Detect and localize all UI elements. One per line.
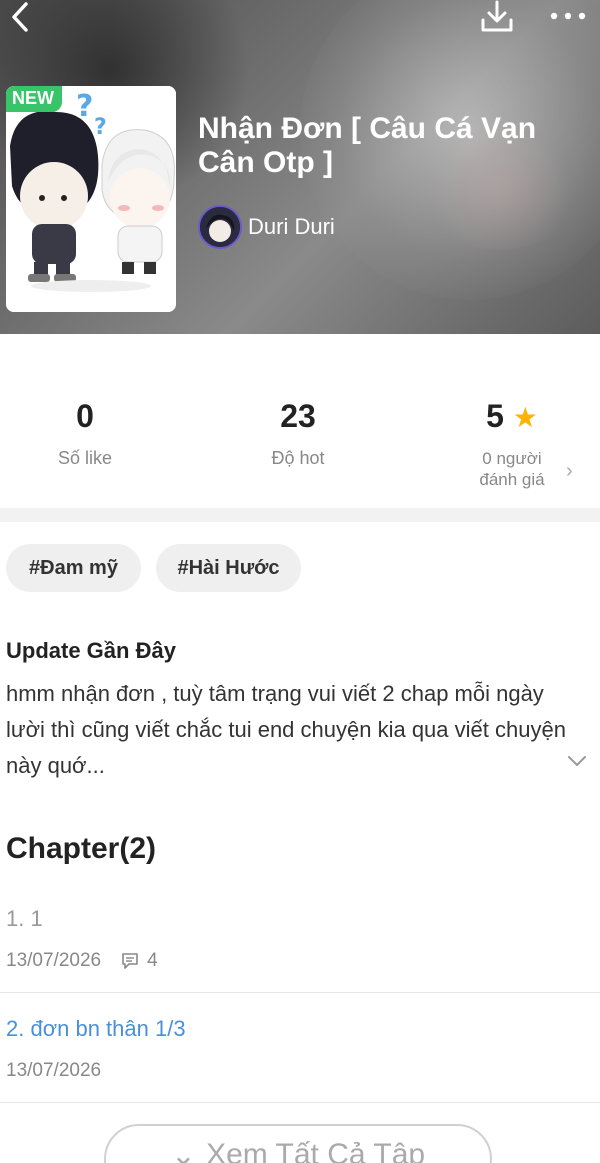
- svg-text:?: ?: [94, 115, 107, 140]
- chapter-1-date: 13/07/2026: [6, 950, 102, 971]
- new-badge: NEW: [6, 86, 62, 112]
- chevron-down-icon: ⌄: [170, 1139, 197, 1163]
- update-title: Update Gần Đây: [6, 638, 176, 663]
- svg-text:?: ?: [76, 89, 93, 124]
- chapter-1-comments: 4: [147, 950, 158, 971]
- back-arrow-icon[interactable]: [6, 0, 36, 34]
- stat-rating[interactable]: 5 ★ 0 người đánh giá: [460, 396, 564, 490]
- avatar: [198, 205, 242, 249]
- rating-count-label: 0 người: [482, 449, 542, 468]
- divider: [0, 992, 600, 993]
- cover-illustration: ? ?: [6, 86, 176, 312]
- hot-label: Độ hot: [271, 448, 325, 468]
- view-all-label: Xem Tất Cả Tập: [206, 1138, 426, 1163]
- view-all-chapters-button[interactable]: ⌄ Xem Tất Cả Tập: [104, 1124, 492, 1163]
- author-name: Duri Duri: [248, 214, 335, 239]
- chapter-1-title[interactable]: 1. 1: [6, 906, 43, 932]
- chapter-2-meta: 13/07/2026: [6, 1060, 101, 1082]
- chevron-down-icon[interactable]: [566, 750, 588, 772]
- tag-hai-huoc[interactable]: #Hài Hước: [156, 544, 301, 592]
- chapter-1-meta: 13/07/2026 4: [6, 950, 158, 972]
- more-dots-icon[interactable]: [548, 6, 588, 26]
- chevron-right-icon[interactable]: ›: [566, 460, 573, 483]
- chapter-2-title[interactable]: 2. đơn bn thân 1/3: [6, 1016, 186, 1042]
- stat-likes: 0 Số like: [35, 396, 135, 469]
- story-title: Nhận Đơn [ Câu Cá Vạn Cân Otp ]: [198, 112, 537, 179]
- divider: [0, 1102, 600, 1103]
- section-divider: [0, 508, 600, 522]
- story-header: ? ? NEW Nhận Đơn [ Câu Cá Vạn Cân Otp ] …: [0, 0, 600, 334]
- likes-count: 0: [76, 398, 94, 434]
- rating-value: 5: [486, 398, 504, 434]
- comment-icon: [122, 953, 138, 969]
- likes-label: Số like: [57, 448, 113, 468]
- story-cover[interactable]: ? ? NEW: [6, 86, 176, 312]
- tag-dam-my[interactable]: #Đam mỹ: [6, 544, 141, 592]
- rating-count-label-2: đánh giá: [479, 470, 545, 489]
- stat-hot: 23 Độ hot: [248, 396, 348, 469]
- stats-section: 0 Số like 23 Độ hot 5 ★ 0 người đánh giá…: [0, 334, 600, 508]
- star-icon: ★: [512, 402, 538, 433]
- hot-count: 23: [280, 398, 316, 434]
- chapter-2-date: 13/07/2026: [6, 1060, 102, 1081]
- update-description: hmm nhận đơn , tuỳ tâm trạng vui viết 2 …: [6, 681, 566, 778]
- download-icon[interactable]: [480, 0, 514, 34]
- author[interactable]: Duri Duri: [198, 204, 335, 250]
- chapter-heading: Chapter(2): [6, 832, 157, 865]
